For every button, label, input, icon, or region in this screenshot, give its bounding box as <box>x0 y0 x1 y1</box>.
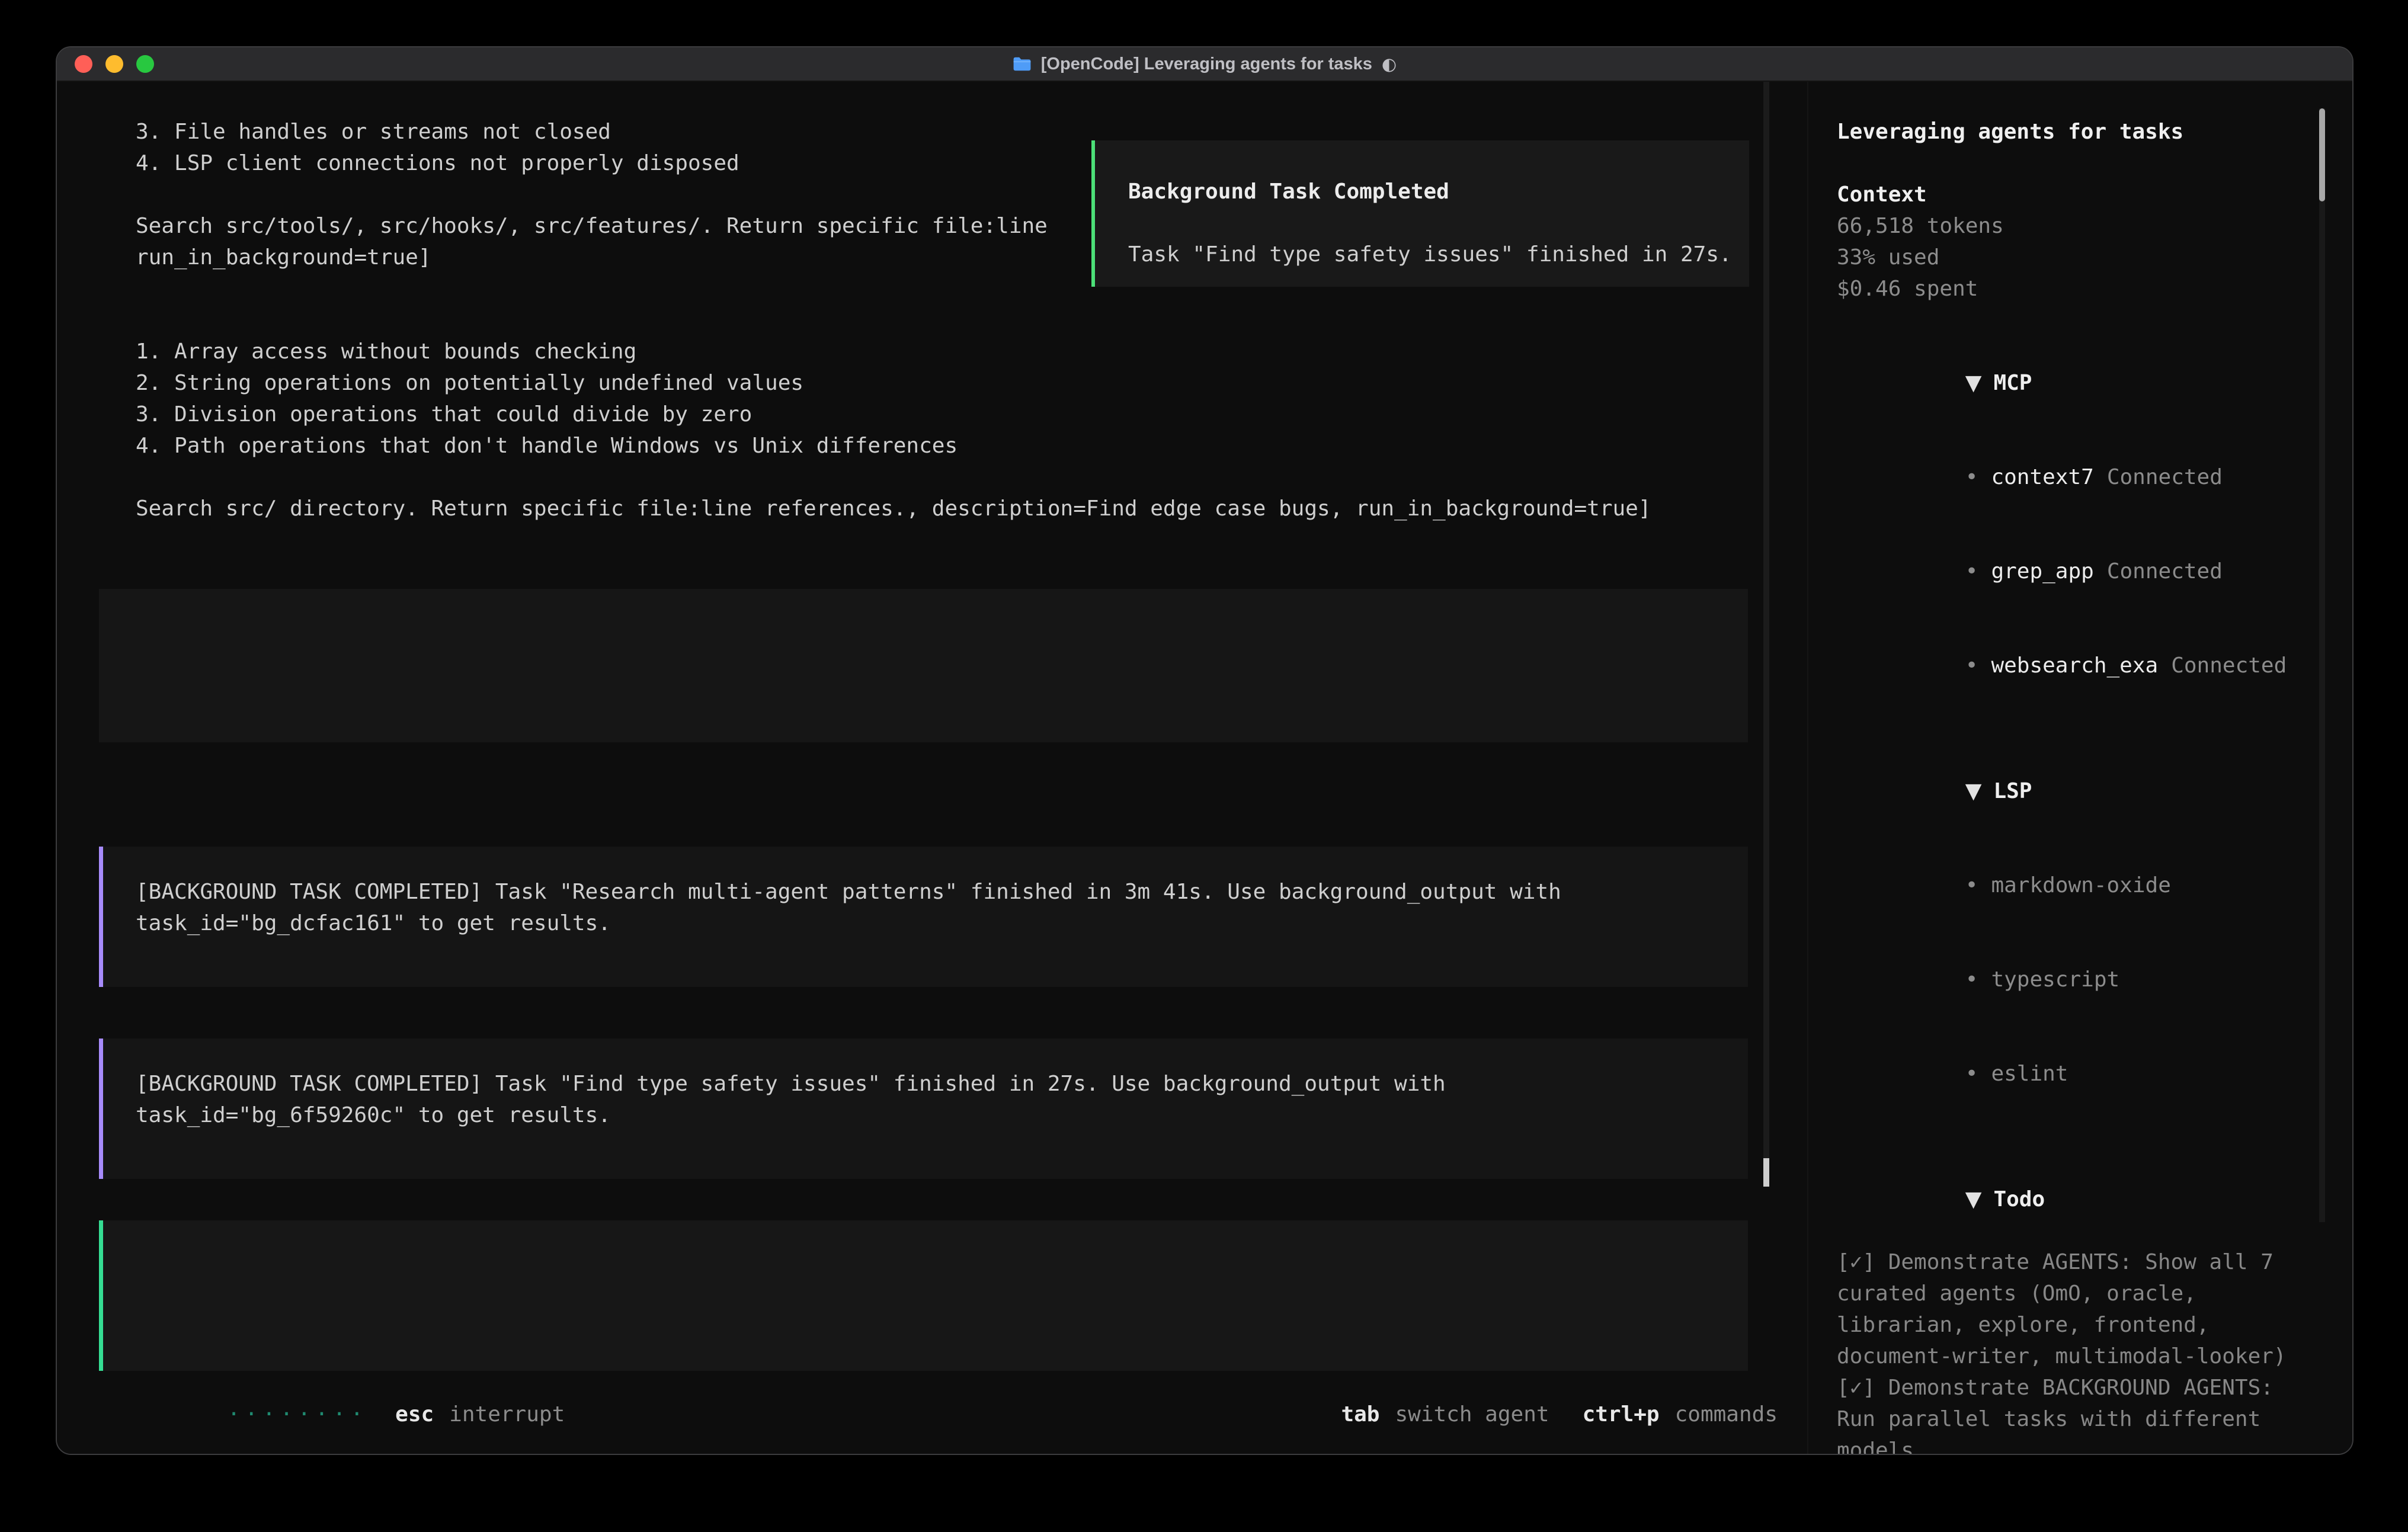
titlebar[interactable]: [OpenCode] Leveraging agents for tasks ◐ <box>57 47 2352 82</box>
agent-session-header: OmO·claude-opus-4-5 <box>99 781 1748 813</box>
status-left: ········ esc interrupt <box>99 1367 565 1455</box>
toast-body: Task "Find type safety issues" finished … <box>1128 239 1716 270</box>
background-task-message: [BACKGROUND TASK COMPLETED] Task "Resear… <box>99 847 1748 987</box>
close-window-button[interactable] <box>75 55 92 73</box>
message-text-line: [BACKGROUND TASK COMPLETED] Task "Find t… <box>103 1068 1748 1100</box>
tab-key-label: switch agent <box>1395 1402 1549 1427</box>
lsp-item: • eslint <box>1837 1027 2326 1121</box>
message-meta-line: yeongyuQUEUED <box>103 1131 1748 1162</box>
spinner-dots-icon: ········ <box>228 1402 368 1427</box>
prompt-input[interactable]: OmOOpus 4.5Anthropic <box>99 1220 1748 1371</box>
mcp-heading: MCP <box>1993 371 2032 395</box>
bullet-icon: • <box>1965 653 1978 678</box>
message-meta-line: yeongyuQUEUED <box>103 939 1748 970</box>
chevron-down-icon: ▼ <box>1965 1187 1982 1212</box>
context-spent: $0.46 spent <box>1837 273 2326 305</box>
sidebar-scrollbar-thumb[interactable] <box>2319 108 2325 201</box>
input-cursor-line[interactable] <box>103 1256 1748 1287</box>
background-task-toast[interactable]: Background Task Completed Task "Find typ… <box>1091 140 1749 287</box>
lsp-section-header[interactable]: ▼ LSP <box>1837 744 2326 838</box>
todo-item-done: [✓] Demonstrate BACKGROUND AGENTS: Run p… <box>1837 1372 2326 1455</box>
background-task-message: [BACKGROUND TASK COMPLETED] Task "Find t… <box>99 1039 1748 1179</box>
minimize-window-button[interactable] <box>105 55 123 73</box>
bullet-icon: • <box>1965 559 1978 584</box>
mcp-section-header[interactable]: ▼ MCP <box>1837 336 2326 430</box>
todo-section-header[interactable]: ▼ Todo <box>1837 1152 2326 1246</box>
tool-call-item: 4. Path operations that don't handle Win… <box>99 430 1748 461</box>
bullet-icon: • <box>1965 1062 1978 1086</box>
mcp-name: context7 <box>1991 465 2093 489</box>
oracle-task-panel[interactable]: ◉Oracle Task "Deep architecture review" … <box>99 589 1748 742</box>
tool-call-item: 3. Division operations that could divide… <box>99 399 1748 430</box>
lsp-heading: LSP <box>1993 779 2032 803</box>
bullet-icon: • <box>1965 967 1978 992</box>
terminal-window: [OpenCode] Leveraging agents for tasks ◐… <box>56 46 2353 1455</box>
chevron-down-icon: ▼ <box>1965 371 1982 395</box>
folder-icon <box>1013 56 1032 72</box>
message-text-line: [BACKGROUND TASK COMPLETED] Task "Resear… <box>103 876 1748 908</box>
lsp-name: markdown-oxide <box>1991 873 2170 898</box>
mcp-name: websearch_exa <box>1991 653 2158 678</box>
tool-call-item: 1. Array access without bounds checking <box>99 336 1748 367</box>
mcp-status: Connected <box>2107 559 2223 584</box>
oracle-navigation-hint: ctrl+x right, ctrl+x leftto navigate bet… <box>99 684 1748 716</box>
todo-item-done: [✓] Demonstrate AGENTS: Show all 7 curat… <box>1837 1246 2326 1372</box>
mcp-item: • grep_app Connected <box>1837 524 2326 618</box>
session-title: Leveraging agents for tasks <box>1837 116 2326 148</box>
lsp-name: eslint <box>1991 1062 2068 1086</box>
lsp-item: • markdown-oxide <box>1837 838 2326 932</box>
mcp-name: grep_app <box>1991 559 2093 584</box>
session-sidebar: Leveraging agents for tasks Context 66,5… <box>1807 82 2352 1454</box>
chat-scrollbar[interactable] <box>1763 82 1769 1187</box>
app-content: 3. File handles or streams not closed 4.… <box>57 82 2352 1454</box>
mcp-item: • websearch_exa Connected <box>1837 618 2326 713</box>
window-controls <box>75 55 154 73</box>
context-heading: Context <box>1837 179 2326 210</box>
window-title-text: [OpenCode] Leveraging agents for tasks <box>1041 55 1372 74</box>
chevron-down-icon: ▼ <box>1965 779 1982 803</box>
todo-heading: Todo <box>1993 1187 2045 1212</box>
chat-scrollbar-thumb[interactable] <box>1763 1158 1769 1187</box>
bullet-icon: • <box>1965 873 1978 898</box>
commands-key-label: commands <box>1675 1402 1778 1427</box>
chat-area: 3. File handles or streams not closed 4.… <box>57 82 1807 1454</box>
tool-call-line: ⚙call_omo_agent [subagent_type=explore, … <box>99 305 1748 336</box>
tab-key-hint: tab <box>1341 1402 1379 1427</box>
lsp-item: • typescript <box>1837 932 2326 1027</box>
oracle-task-title-line: ◉Oracle Task "Deep architecture review" <box>99 621 1748 653</box>
esc-key-hint: esc <box>395 1402 434 1427</box>
mcp-item: • context7 Connected <box>1837 430 2326 524</box>
status-bar: ········ esc interrupt tab switch agent ctrl… <box>99 1399 1778 1430</box>
context-tokens: 66,518 tokens <box>1837 210 2326 242</box>
status-right: tab switch agent ctrl+p commands <box>1213 1367 1778 1455</box>
tool-call-item: 2. String operations on potentially unde… <box>99 367 1748 399</box>
toast-title: Background Task Completed <box>1128 176 1716 207</box>
zoom-window-button[interactable] <box>136 55 154 73</box>
bullet-icon: • <box>1965 465 1978 489</box>
mcp-status: Connected <box>2107 465 2223 489</box>
sidebar-scrollbar[interactable] <box>2319 108 2325 1222</box>
input-model-line: OmOOpus 4.5Anthropic <box>103 1323 1748 1354</box>
window-title: [OpenCode] Leveraging agents for tasks ◐ <box>1013 54 1397 74</box>
lsp-name: typescript <box>1991 967 2119 992</box>
esc-key-label: interrupt <box>449 1402 565 1427</box>
context-used: 33% used <box>1837 242 2326 273</box>
message-text-line: task_id="bg_6f59260c" to get results. <box>103 1100 1748 1131</box>
message-text-line: task_id="bg_dcfac161" to get results. <box>103 908 1748 939</box>
mcp-status: Connected <box>2171 653 2287 678</box>
tool-call-footer: Search src/ directory. Return specific f… <box>99 493 1748 524</box>
progress-icon: ◐ <box>1382 54 1397 74</box>
commands-key-hint: ctrl+p <box>1583 1402 1660 1427</box>
